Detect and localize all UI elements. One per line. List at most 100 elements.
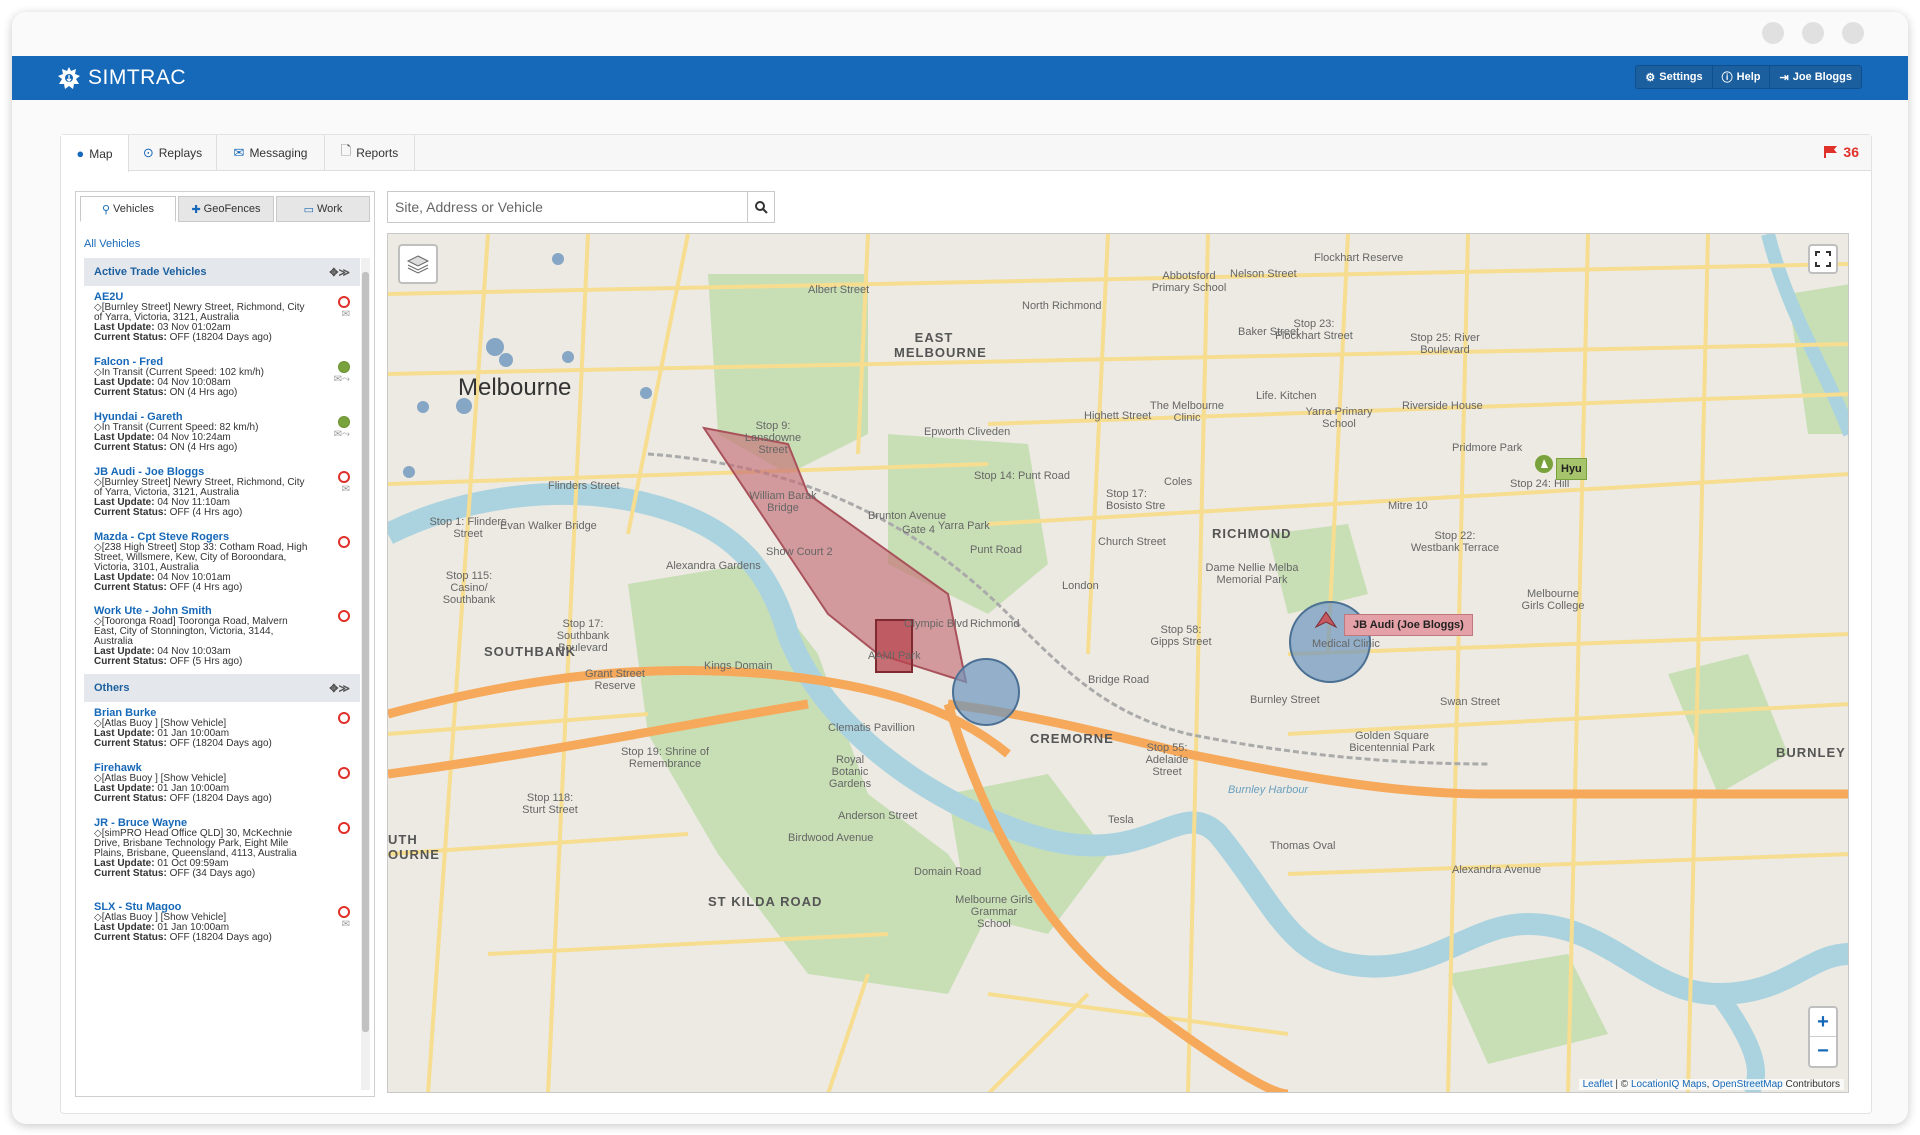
current-status: OFF (18204 Days ago) <box>169 793 272 804</box>
map-label-cremorne: CREMORNE <box>1030 731 1114 746</box>
app-logo[interactable]: SIMTRAC <box>56 64 186 92</box>
envelope-icon[interactable]: ✉⤳ <box>334 375 350 385</box>
app-window: SIMTRAC ⚙ Settings ⓘ Help ⇥ Joe Bloggs ● Map… <box>12 12 1908 1124</box>
map-label-south-melbourne: UTH OURNE <box>388 832 440 862</box>
tab-messaging[interactable]: ✉ Messaging <box>217 135 325 171</box>
vehicle-item-work-ute[interactable]: Work Ute - John Smith ◇[Tooronga Road] T… <box>84 600 360 674</box>
map-label-richmond: RICHMOND <box>1212 526 1292 541</box>
map-label-domain-road: Domain Road <box>914 866 982 878</box>
status-label: Current Status: <box>94 868 167 879</box>
map-label-stop-1: Stop 1: Flinders Street <box>429 516 507 540</box>
vehicle-name[interactable]: Work Ute - John Smith <box>94 606 360 617</box>
map-label-alexandra-gardens: Alexandra Gardens <box>666 560 761 572</box>
tab-replays[interactable]: ⊙ Replays <box>129 135 217 171</box>
settings-label: Settings <box>1659 71 1703 83</box>
group-header-active-trade[interactable]: Active Trade Vehicles ✥≫ <box>84 258 360 286</box>
tab-messaging-label: Messaging <box>249 146 308 160</box>
window-minimize-button[interactable] <box>1762 22 1784 44</box>
map-label-east-melbourne: EAST MELBOURNE <box>894 330 987 360</box>
tab-reports[interactable]: 🗋 Reports <box>325 135 415 171</box>
current-status: OFF (18204 Days ago) <box>169 332 272 343</box>
vehicle-name[interactable]: AE2U <box>94 292 360 303</box>
status-off-icon <box>338 822 350 834</box>
vehicle-item-jb-audi[interactable]: JB Audi - Joe Bloggs ◇[Burnley Street] N… <box>84 461 360 526</box>
map-label-richmond-station: Richmond <box>970 618 1020 630</box>
map-label-william-barak: William Barak Bridge <box>749 490 817 514</box>
group-toggle-icon[interactable]: ✥≫ <box>329 266 350 279</box>
status-label: Current Status: <box>94 507 167 518</box>
status-label: Current Status: <box>94 582 167 593</box>
vehicle-name[interactable]: SLX - Stu Magoo <box>94 902 360 913</box>
status-label: Current Status: <box>94 332 167 343</box>
map-label-pridmore-park: Pridmore Park <box>1452 442 1523 454</box>
map-label-grant-street: Grant Street Reserve <box>585 668 645 692</box>
locationiq-link[interactable]: LocationIQ Maps <box>1631 1079 1707 1090</box>
envelope-icon[interactable]: ✉ <box>342 310 350 320</box>
vehicle-item-firehawk[interactable]: Firehawk ◇[Atlas Buoy ] [Show Vehicle] L… <box>84 757 360 812</box>
map-label-kings-domain: Kings Domain <box>704 660 773 672</box>
vehicle-item-jr-bruce-wayne[interactable]: JR - Bruce Wayne ◇[simPRO Head Office QL… <box>84 812 360 896</box>
help-label: Help <box>1736 71 1761 83</box>
vehicle-name[interactable]: JR - Bruce Wayne <box>94 818 360 829</box>
map-label-olympic-blvd: Olympic Blvd <box>904 618 969 630</box>
leaflet-link[interactable]: Leaflet <box>1583 1079 1613 1090</box>
zoom-in-button[interactable]: + <box>1810 1008 1836 1037</box>
vehicle-item-hyundai[interactable]: Hyundai - Gareth ◇In Transit (Current Sp… <box>84 406 360 461</box>
vehicle-item-falcon[interactable]: Falcon - Fred ◇In Transit (Current Speed… <box>84 351 360 406</box>
map-label-st-kilda-road: ST KILDA ROAD <box>708 894 823 909</box>
envelope-icon[interactable]: ✉ <box>342 920 350 930</box>
status-label: Current Status: <box>94 738 167 749</box>
zoom-out-button[interactable]: − <box>1810 1037 1836 1066</box>
map-label-abbotsford: Abbotsford Primary School <box>1151 270 1227 294</box>
globe-icon: ● <box>76 146 85 161</box>
map-label-riverside-house: Riverside House <box>1402 400 1483 412</box>
group-toggle-icon[interactable]: ✥≫ <box>329 682 350 695</box>
vehicle-name[interactable]: Firehawk <box>94 763 360 774</box>
alert-indicator[interactable]: 36 <box>1823 144 1859 160</box>
osm-link[interactable]: OpenStreetMap <box>1712 1079 1783 1090</box>
user-logout-button[interactable]: ⇥ Joe Bloggs <box>1770 66 1861 88</box>
vehicle-item-ae2u[interactable]: AE2U ◇[Burnley Street] Newry Street, Ric… <box>84 286 360 351</box>
map-marker-icon: ⚲ <box>101 203 111 216</box>
help-button[interactable]: ⓘ Help <box>1713 66 1771 88</box>
group-header-others[interactable]: Others ✥≫ <box>84 674 360 702</box>
window-maximize-button[interactable] <box>1802 22 1824 44</box>
monitor-icon: ▭ <box>303 203 314 216</box>
fullscreen-button[interactable] <box>1808 244 1838 274</box>
user-name: Joe Bloggs <box>1792 71 1852 83</box>
vehicle-name[interactable]: Hyundai - Gareth <box>94 412 360 423</box>
vehicle-tag-hyundai[interactable]: Hyu <box>1556 458 1587 480</box>
layers-button[interactable] <box>398 244 438 284</box>
envelope-icon[interactable]: ✉⤳ <box>334 430 350 440</box>
layers-icon <box>406 255 430 274</box>
map-label-gate4: Gate 4 <box>902 524 936 536</box>
all-vehicles-link[interactable]: All Vehicles <box>84 238 140 250</box>
search-button[interactable] <box>747 191 775 223</box>
tab-geofences[interactable]: ✚ GeoFences <box>178 196 274 222</box>
envelope-icon[interactable]: ✉ <box>342 485 350 495</box>
vehicle-address: [simPRO Head Office QLD] 30, McKechnie D… <box>94 828 297 859</box>
tab-work[interactable]: ▭ Work <box>276 196 370 222</box>
tab-vehicles[interactable]: ⚲ Vehicles <box>80 196 176 222</box>
vehicle-name[interactable]: Falcon - Fred <box>94 357 360 368</box>
vehicle-list-scrollbar[interactable] <box>361 258 370 1090</box>
settings-button[interactable]: ⚙ Settings <box>1636 66 1713 88</box>
vehicle-item-slx[interactable]: SLX - Stu Magoo ◇[Atlas Buoy ] [Show Veh… <box>84 896 360 951</box>
vehicle-name[interactable]: Mazda - Cpt Steve Rogers <box>94 532 360 543</box>
map-label-north-richmond: North Richmond <box>1022 300 1102 312</box>
vehicle-item-brian-burke[interactable]: Brian Burke ◇[Atlas Buoy ] [Show Vehicle… <box>84 702 360 757</box>
vehicle-name[interactable]: Brian Burke <box>94 708 360 719</box>
vehicle-item-mazda[interactable]: Mazda - Cpt Steve Rogers ◇[238 High Stre… <box>84 526 360 600</box>
map-view[interactable]: Melbourne EAST MELBOURNE RICHMOND SOUTHB… <box>387 233 1849 1093</box>
map-label-stop-17: Stop 17: Bosisto Stre <box>1106 488 1166 512</box>
status-label: Current Status: <box>94 932 167 943</box>
tab-map[interactable]: ● Map <box>61 135 129 172</box>
vehicle-address: [Burnley Street] Newry Street, Richmond,… <box>94 477 305 498</box>
scroll-thumb[interactable] <box>362 272 369 1032</box>
window-close-button[interactable] <box>1842 22 1864 44</box>
search-input[interactable] <box>387 191 747 223</box>
current-status: OFF (5 Hrs ago) <box>169 656 243 667</box>
status-label: Current Status: <box>94 442 167 453</box>
vehicle-name[interactable]: JB Audi - Joe Bloggs <box>94 467 360 478</box>
vehicle-tag-jb-audi[interactable]: JB Audi (Joe Bloggs) <box>1344 614 1473 636</box>
